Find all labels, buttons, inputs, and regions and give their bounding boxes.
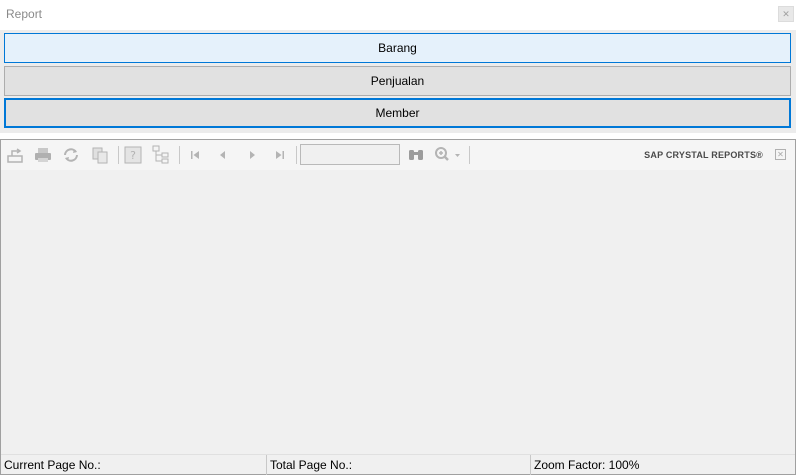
report-button-panel: Barang Penjualan Member	[0, 30, 796, 133]
zoom-factor-label: Zoom Factor: 100%	[530, 455, 795, 475]
viewer-close-button[interactable]: ✕	[775, 149, 786, 160]
find-icon[interactable]	[406, 145, 426, 165]
zoom-icon[interactable]	[433, 145, 463, 165]
penjualan-button[interactable]: Penjualan	[4, 66, 791, 96]
toolbar-separator	[469, 146, 470, 164]
last-page-icon[interactable]	[270, 145, 290, 165]
next-page-icon[interactable]	[242, 145, 262, 165]
current-page-label: Current Page No.:	[4, 458, 101, 472]
crystal-report-viewer: ? SAP CRYSTAL REPORTS® ✕ Current Page No…	[0, 139, 796, 475]
refresh-icon[interactable]	[61, 145, 81, 165]
group-tree-icon[interactable]	[151, 145, 171, 165]
export-icon[interactable]	[6, 145, 26, 165]
page-number-input[interactable]	[300, 144, 400, 165]
barang-button[interactable]: Barang	[4, 33, 791, 63]
toolbar-separator	[179, 146, 180, 164]
total-page-label: Total Page No.:	[266, 455, 530, 475]
toolbar-separator	[296, 146, 297, 164]
first-page-icon[interactable]	[185, 145, 205, 165]
help-icon[interactable]: ?	[123, 145, 143, 165]
status-bar: Current Page No.: Total Page No.: Zoom F…	[1, 454, 795, 475]
member-button[interactable]: Member	[4, 98, 791, 128]
svg-text:?: ?	[130, 149, 136, 162]
window-title: Report	[6, 7, 43, 21]
viewer-toolbar: ? SAP CRYSTAL REPORTS® ✕	[1, 140, 795, 170]
report-window: Report ✕ Barang Penjualan Member ? SAP C…	[0, 0, 796, 475]
toolbar-separator	[118, 146, 119, 164]
report-content-area[interactable]	[1, 170, 795, 454]
copy-icon[interactable]	[90, 145, 110, 165]
window-close-button[interactable]: ✕	[778, 6, 794, 22]
title-bar: Report ✕	[0, 0, 796, 30]
print-icon[interactable]	[33, 145, 53, 165]
sap-crystal-reports-logo: SAP CRYSTAL REPORTS®	[644, 150, 763, 160]
prev-page-icon[interactable]	[213, 145, 233, 165]
